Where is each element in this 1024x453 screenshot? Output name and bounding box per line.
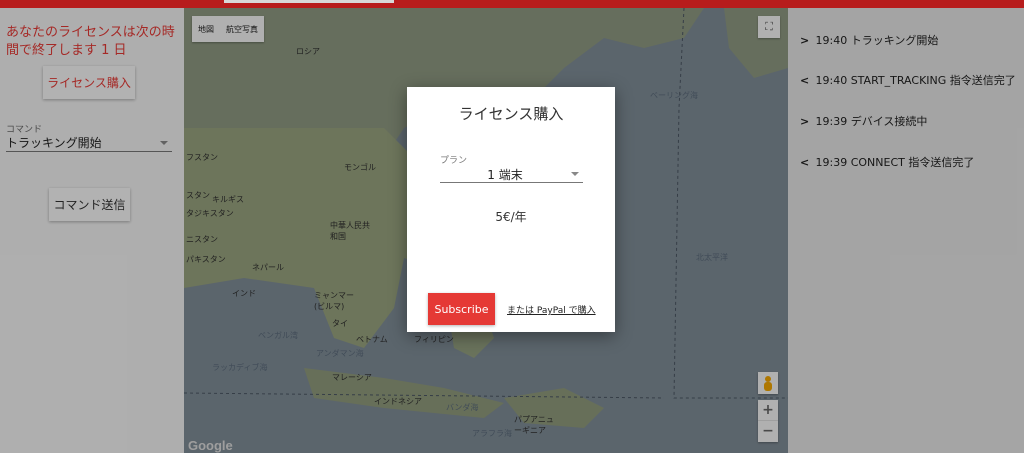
subscribe-button[interactable]: Subscribe xyxy=(428,293,495,325)
paypal-purchase-link[interactable]: または PayPal で購入 xyxy=(507,303,596,316)
top-tab-indicator xyxy=(224,0,394,3)
license-purchase-dialog: ライセンス購入 プラン 1 端末 5€/年 Subscribe または PayP… xyxy=(407,87,615,332)
price-text: 5€/年 xyxy=(495,210,527,224)
dialog-title: ライセンス購入 xyxy=(458,105,564,123)
plan-select-value: 1 端末 xyxy=(487,168,523,182)
plan-select[interactable]: 1 端末 xyxy=(440,164,583,183)
chevron-down-icon xyxy=(571,172,579,176)
top-app-bar xyxy=(0,0,1024,8)
